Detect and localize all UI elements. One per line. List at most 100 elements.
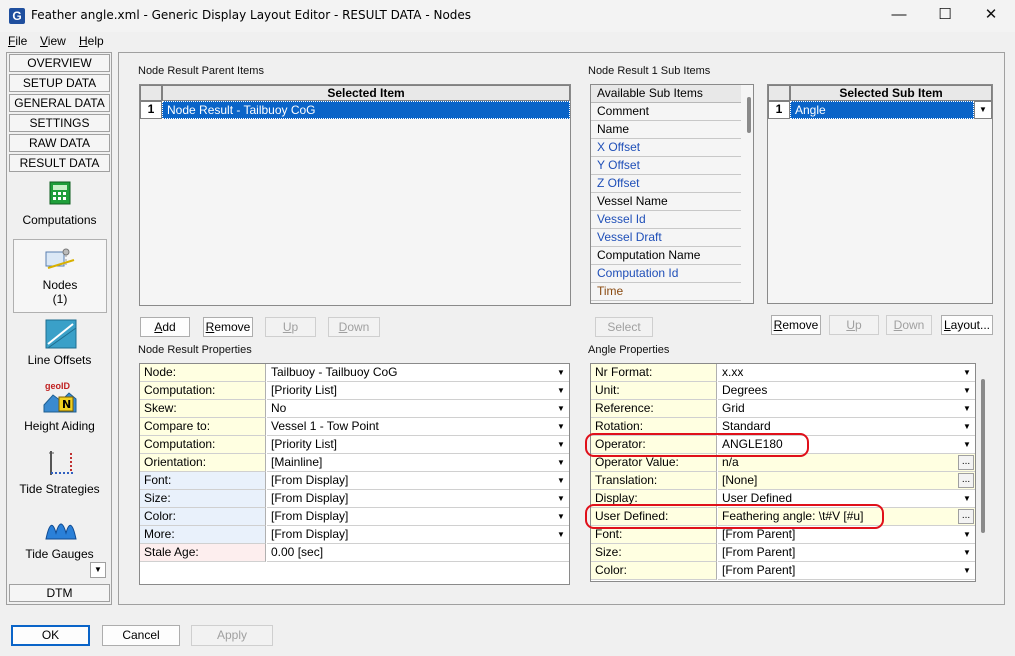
available-sub-item[interactable]: Vessel Id <box>591 211 741 229</box>
node-prop-value[interactable]: 0.00 [sec] <box>267 544 569 562</box>
nav-result-data[interactable]: RESULT DATA <box>9 154 110 172</box>
nav-settings[interactable]: SETTINGS <box>9 114 110 132</box>
parent-row-selected-item[interactable]: Node Result - Tailbuoy CoG <box>162 101 570 119</box>
node-prop-value[interactable]: [From Display] ▼ <box>267 472 569 490</box>
angle-prop-value[interactable]: [From Parent] ▼ <box>718 562 975 580</box>
layout-button[interactable]: Layout... <box>941 315 993 335</box>
dropdown-arrow-icon[interactable]: ▼ <box>554 492 568 506</box>
nav-dtm[interactable]: DTM <box>9 584 110 602</box>
menu-help[interactable]: Help <box>79 34 104 48</box>
minimize-icon[interactable]: — <box>876 0 922 32</box>
tool-tide-strategies[interactable]: Tide Strategies <box>9 445 110 501</box>
menu-view-label: iew <box>47 34 66 48</box>
dropdown-arrow-icon[interactable]: ▼ <box>960 564 974 578</box>
apply-button[interactable]: Apply <box>191 625 273 646</box>
node-prop-value[interactable]: Tailbuoy - Tailbuoy CoG ▼ <box>267 364 569 382</box>
selected-sub-item-dropdown-icon[interactable]: ▼ <box>974 101 992 119</box>
angle-prop-name: Translation: <box>591 472 717 490</box>
tool-height-aiding[interactable]: geoID N Height Aiding <box>9 379 110 435</box>
available-sub-item[interactable]: Y Offset <box>591 157 741 175</box>
ok-button[interactable]: OK <box>11 625 90 646</box>
dropdown-arrow-icon[interactable]: ▼ <box>554 456 568 470</box>
available-sub-item[interactable]: Comment <box>591 103 741 121</box>
dropdown-arrow-icon[interactable]: ▼ <box>554 420 568 434</box>
ellipsis-button-icon[interactable]: ... <box>958 455 974 470</box>
available-sub-item[interactable]: Name <box>591 121 741 139</box>
angle-prop-value-text: [From Parent] <box>722 563 796 577</box>
angle-props-scrollbar-thumb[interactable] <box>981 379 985 533</box>
dropdown-arrow-icon[interactable]: ▼ <box>960 528 974 542</box>
dropdown-arrow-icon[interactable]: ▼ <box>960 420 974 434</box>
ellipsis-button-icon[interactable]: ... <box>958 473 974 488</box>
nav-raw-data[interactable]: RAW DATA <box>9 134 110 152</box>
node-prop-name: Node: <box>140 364 266 382</box>
node-prop-value[interactable]: [From Display] ▼ <box>267 526 569 544</box>
available-sub-item[interactable]: Z Offset <box>591 175 741 193</box>
dropdown-arrow-icon[interactable]: ▼ <box>960 402 974 416</box>
tool-tide-gauges[interactable]: Tide Gauges <box>9 509 110 565</box>
dropdown-arrow-icon[interactable]: ▼ <box>554 474 568 488</box>
selected-sub-item-cell[interactable]: Angle <box>790 101 974 119</box>
angle-prop-value[interactable]: [From Parent] ▼ <box>718 544 975 562</box>
dropdown-arrow-icon[interactable]: ▼ <box>960 546 974 560</box>
parent-remove-button[interactable]: Remove <box>203 317 253 337</box>
available-sub-item[interactable]: Computation Id <box>591 265 741 283</box>
nav-general-data[interactable]: GENERAL DATA <box>9 94 110 112</box>
available-sub-item[interactable]: X Offset <box>591 139 741 157</box>
parent-up-label: p <box>291 320 299 334</box>
node-prop-value[interactable]: [Priority List] ▼ <box>267 382 569 400</box>
parent-down-button[interactable]: Down <box>328 317 380 337</box>
angle-prop-name: Reference: <box>591 400 717 418</box>
dropdown-arrow-icon[interactable]: ▼ <box>554 438 568 452</box>
close-icon[interactable]: ✕ <box>968 0 1014 32</box>
sub-up-button[interactable]: Up <box>829 315 879 335</box>
dropdown-arrow-icon[interactable]: ▼ <box>960 438 974 452</box>
dropdown-arrow-icon[interactable]: ▼ <box>554 384 568 398</box>
angle-prop-value[interactable]: Degrees ▼ <box>718 382 975 400</box>
node-prop-value[interactable]: No ▼ <box>267 400 569 418</box>
angle-prop-value[interactable]: [None]... <box>718 472 975 490</box>
available-sub-item[interactable]: Vessel Draft <box>591 229 741 247</box>
parent-add-label: dd <box>162 320 176 334</box>
node-prop-value[interactable]: Vessel 1 - Tow Point ▼ <box>267 418 569 436</box>
dropdown-arrow-icon[interactable]: ▼ <box>960 384 974 398</box>
dropdown-arrow-icon[interactable]: ▼ <box>554 402 568 416</box>
tool-line-offsets[interactable]: Line Offsets <box>9 317 110 369</box>
angle-prop-value[interactable]: Grid ▼ <box>718 400 975 418</box>
menu-view[interactable]: View <box>40 34 66 48</box>
dropdown-arrow-icon[interactable]: ▼ <box>554 528 568 542</box>
node-prop-value[interactable]: [From Display] ▼ <box>267 508 569 526</box>
cancel-button[interactable]: Cancel <box>102 625 180 646</box>
app-icon: G <box>9 8 25 24</box>
sub-remove-button[interactable]: Remove <box>771 315 821 335</box>
select-button[interactable]: Select <box>595 317 653 337</box>
node-prop-name: Computation: <box>140 382 266 400</box>
nav-overview[interactable]: OVERVIEW <box>9 54 110 72</box>
parent-up-button[interactable]: Up <box>265 317 316 337</box>
tool-computations[interactable]: Computations <box>9 177 110 233</box>
menu-view-key: V <box>40 34 48 48</box>
tool-nodes[interactable]: Nodes (1) <box>13 239 107 313</box>
node-prop-value[interactable]: [From Display] ▼ <box>267 490 569 508</box>
nav-setup-data[interactable]: SETUP DATA <box>9 74 110 92</box>
available-scrollbar-thumb[interactable] <box>747 97 751 133</box>
sub-down-button[interactable]: Down <box>886 315 932 335</box>
available-sub-item[interactable]: Computation Name <box>591 247 741 265</box>
node-prop-value[interactable]: [Priority List] ▼ <box>267 436 569 454</box>
dropdown-arrow-icon[interactable]: ▼ <box>554 366 568 380</box>
dropdown-arrow-icon[interactable]: ▼ <box>960 366 974 380</box>
available-sub-item[interactable]: Time <box>591 283 741 301</box>
parent-add-button[interactable]: Add <box>140 317 190 337</box>
angle-prop-value[interactable]: x.xx ▼ <box>718 364 975 382</box>
maximize-icon[interactable]: ☐ <box>922 0 968 32</box>
menu-file[interactable]: File <box>8 34 27 48</box>
nav-scroll-down-button[interactable]: ▼ <box>90 562 106 578</box>
ellipsis-button-icon[interactable]: ... <box>958 509 974 524</box>
node-prop-name: Stale Age: <box>140 544 266 562</box>
node-prop-value[interactable]: [Mainline] ▼ <box>267 454 569 472</box>
sub-up-key: U <box>846 318 855 332</box>
angle-prop-name: Color: <box>591 562 717 580</box>
available-sub-item[interactable]: Vessel Name <box>591 193 741 211</box>
dropdown-arrow-icon[interactable]: ▼ <box>554 510 568 524</box>
dropdown-arrow-icon[interactable]: ▼ <box>960 492 974 506</box>
